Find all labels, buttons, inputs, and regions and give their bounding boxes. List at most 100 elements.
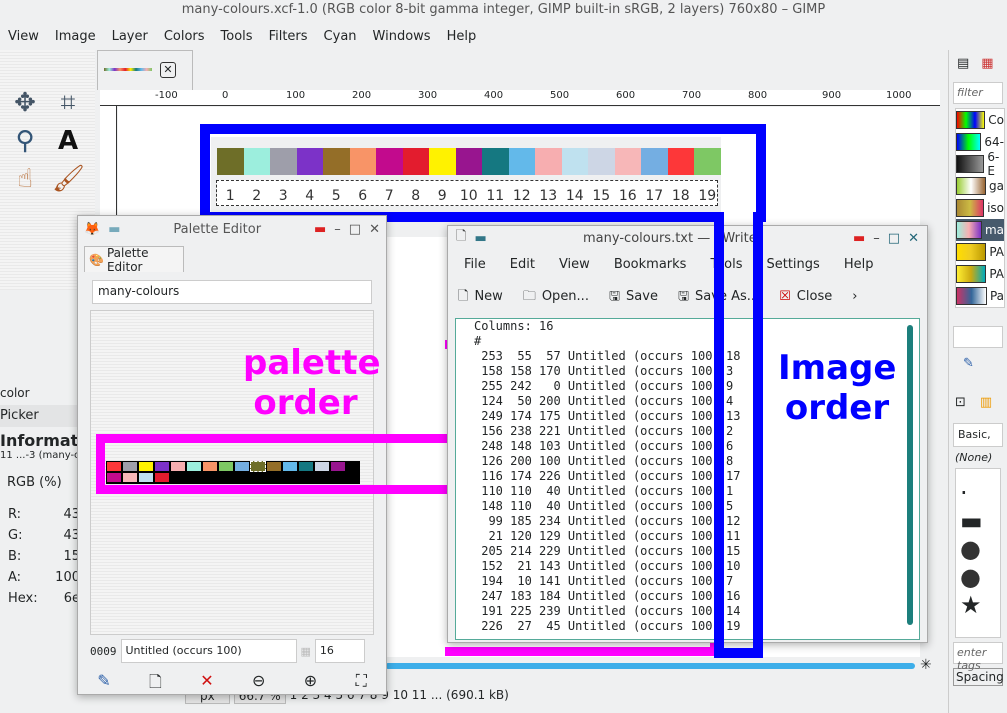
palette-list-item[interactable]: iso bbox=[956, 197, 1004, 219]
minimize-icon[interactable]: – bbox=[334, 222, 341, 237]
palette-name: ma bbox=[984, 223, 1004, 237]
color-tab[interactable]: color bbox=[0, 386, 80, 400]
palette-name: 64- bbox=[984, 135, 1004, 149]
move-tool-icon[interactable]: ✥ bbox=[9, 87, 41, 119]
menu-windows[interactable]: Windows bbox=[365, 26, 439, 48]
menu-file[interactable]: File bbox=[452, 252, 498, 278]
palette-filter-input[interactable]: filter bbox=[953, 82, 1003, 104]
save-button[interactable]: 🖫 Save bbox=[599, 282, 668, 312]
editor-line: 126 200 100 Untitled (occurs 100 8 bbox=[456, 454, 919, 469]
palette-list-item[interactable]: PA bbox=[956, 263, 1004, 285]
image-order-number: 14 bbox=[726, 604, 741, 618]
swatch-number: 2 bbox=[252, 188, 262, 204]
keep-above-icon[interactable]: ▬ bbox=[853, 231, 865, 246]
palette-list-item[interactable]: ma bbox=[956, 219, 1004, 241]
menu-image[interactable]: Image bbox=[47, 26, 104, 48]
zoom-in-icon[interactable]: ⊕ bbox=[304, 671, 317, 698]
edit-palette-icon[interactable]: ✎ bbox=[963, 356, 1007, 371]
new-button[interactable]: 🗋 New bbox=[448, 282, 513, 312]
palette-name: 6-E bbox=[987, 150, 1000, 178]
image-order-number: 4 bbox=[726, 394, 734, 408]
maximize-icon[interactable]: □ bbox=[349, 222, 361, 237]
keep-above-icon[interactable]: ▬ bbox=[314, 222, 326, 237]
close-tab-icon[interactable]: ✕ bbox=[160, 62, 176, 78]
swatch-number: 3 bbox=[278, 188, 288, 204]
editor-line: 21 120 129 Untitled (occurs 100 11 bbox=[456, 529, 919, 544]
menu-bookmarks[interactable]: Bookmarks bbox=[602, 252, 699, 278]
menu-filters[interactable]: Filters bbox=[261, 26, 316, 48]
columns-spinner[interactable]: 16 bbox=[314, 639, 365, 663]
spacing-slider[interactable]: Spacing bbox=[953, 668, 1004, 686]
paintbrush-tool-icon[interactable]: 🖌 bbox=[52, 163, 85, 195]
menu-tools[interactable]: Tools bbox=[698, 252, 754, 278]
open-button[interactable]: 🗀 Open... bbox=[513, 282, 599, 312]
image-order-number: 19 bbox=[726, 619, 741, 633]
pointer-info-panel: color Picker Informati 11 ...-3 (many-c … bbox=[0, 386, 84, 686]
minimize-icon[interactable]: – bbox=[873, 231, 880, 246]
menu-colors[interactable]: Colors bbox=[156, 26, 213, 48]
editor-line: 99 185 234 Untitled (occurs 100 12 bbox=[456, 514, 919, 529]
image-swatch-3 bbox=[270, 148, 297, 175]
palette-name-field[interactable]: many-colours bbox=[92, 280, 372, 304]
close-icon[interactable]: ✕ bbox=[908, 231, 919, 246]
palette-list-item[interactable]: ga bbox=[956, 175, 1004, 197]
menu-settings[interactable]: Settings bbox=[754, 252, 831, 278]
palette-editor-tab[interactable]: 🎨 Palette Editor bbox=[84, 246, 184, 274]
image-swatch-14 bbox=[561, 148, 588, 175]
delete-color-icon[interactable]: ✕ bbox=[200, 671, 213, 698]
close-icon[interactable]: ✕ bbox=[369, 222, 380, 237]
palette-tag-input[interactable] bbox=[953, 326, 1003, 348]
brush-grid[interactable]: · ▬ ● ● ★ bbox=[955, 468, 1001, 638]
menu-view[interactable]: View bbox=[0, 26, 47, 48]
palette-list-item[interactable]: Pa bbox=[956, 285, 1004, 307]
menu-help[interactable]: Help bbox=[439, 26, 485, 48]
edit-color-icon[interactable]: ✎ bbox=[97, 671, 110, 698]
image-swatch-7 bbox=[376, 148, 403, 175]
color-entry: 248 148 103 Untitled (occurs 100 bbox=[474, 439, 713, 453]
minimize-shade-icon[interactable]: ▬ bbox=[108, 222, 120, 237]
image-order-number: 3 bbox=[726, 364, 734, 378]
right-dock: ▤ ▦ filter Co 64- 6-E ga iso ma PA PA Pa ✎ ⊡ ▥ Bas… bbox=[948, 50, 1007, 713]
brush-preset-select[interactable]: Basic, bbox=[953, 423, 1003, 447]
menu-edit[interactable]: Edit bbox=[498, 252, 547, 278]
menu-tools[interactable]: Tools bbox=[213, 26, 261, 48]
menu-cyan[interactable]: Cyan bbox=[316, 26, 365, 48]
path-tool-icon[interactable]: ⚲ bbox=[9, 125, 41, 157]
field-label: B: bbox=[8, 549, 22, 564]
menu-view[interactable]: View bbox=[547, 252, 602, 278]
horizontal-scrollbar[interactable] bbox=[385, 663, 915, 669]
menu-layer[interactable]: Layer bbox=[104, 26, 156, 48]
brushes-tab-icon[interactable]: ⊡ bbox=[955, 395, 966, 415]
new-color-icon[interactable]: 🗋 bbox=[149, 671, 162, 698]
maximize-icon[interactable]: □ bbox=[888, 231, 900, 246]
palettes-tab-icon[interactable]: ▦ bbox=[981, 56, 993, 72]
image-tab[interactable]: ✕ bbox=[97, 50, 193, 90]
navigate-icon[interactable]: ✳ bbox=[920, 657, 932, 673]
close-button[interactable]: ☒ Close bbox=[769, 282, 842, 312]
palette-thumbnail bbox=[956, 243, 987, 261]
image-swatch-15 bbox=[588, 148, 615, 175]
palette-list-item[interactable]: PA bbox=[956, 241, 1004, 263]
shade-icon[interactable]: ▬ bbox=[474, 231, 486, 246]
smudge-tool-icon[interactable]: ☝ bbox=[9, 163, 41, 195]
brush-tags-input[interactable]: enter tags bbox=[953, 642, 1003, 672]
patterns-tab-icon[interactable]: ▥ bbox=[980, 395, 992, 415]
layers-tab-icon[interactable]: ▤ bbox=[957, 56, 969, 72]
color-name-field[interactable]: Untitled (occurs 100) bbox=[120, 639, 297, 663]
color-entry: 255 242 0 Untitled (occurs 100 bbox=[474, 379, 713, 393]
palette-list-item[interactable]: 6-E bbox=[956, 150, 1004, 178]
palette-list-item[interactable]: Co bbox=[956, 109, 1004, 131]
editor-line: 248 148 103 Untitled (occurs 100 6 bbox=[456, 439, 919, 454]
color-mode[interactable]: RGB (%) bbox=[0, 475, 80, 490]
vertical-scrollbar[interactable] bbox=[907, 325, 913, 625]
crop-tool-icon[interactable]: ⌗ bbox=[52, 87, 84, 119]
more-icon[interactable]: › bbox=[842, 282, 867, 312]
image-order-number: 8 bbox=[726, 454, 734, 468]
image-thumbnail bbox=[104, 68, 152, 71]
text-tool-icon[interactable]: A bbox=[52, 125, 84, 157]
zoom-all-icon[interactable]: ⛶ bbox=[356, 671, 367, 698]
picker-tab[interactable]: Picker bbox=[0, 405, 80, 427]
menu-help[interactable]: Help bbox=[832, 252, 886, 278]
image-order-number: 2 bbox=[726, 424, 734, 438]
zoom-out-icon[interactable]: ⊖ bbox=[252, 671, 265, 698]
